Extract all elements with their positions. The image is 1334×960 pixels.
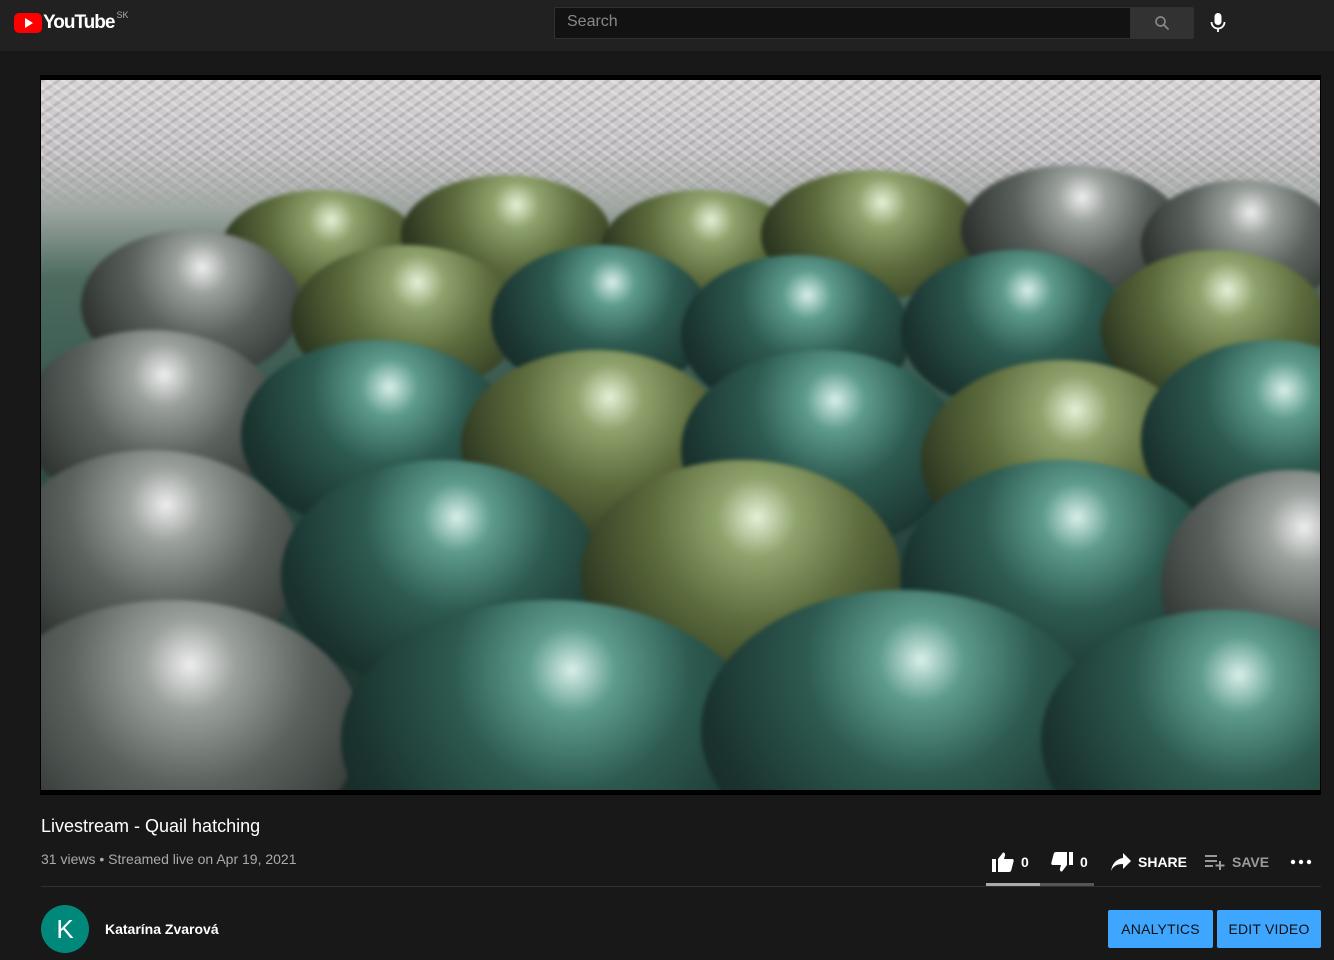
video-meta: 31 views • Streamed live on Apr 19, 2021	[41, 851, 297, 867]
thumb-up-icon	[992, 852, 1014, 872]
share-icon	[1111, 853, 1131, 871]
view-count: 31 views	[41, 851, 96, 867]
like-button[interactable]: 0	[991, 848, 1029, 876]
search-icon	[1155, 16, 1169, 30]
more-icon	[1290, 859, 1312, 865]
youtube-logo-icon	[14, 13, 42, 33]
save-label: SAVE	[1232, 854, 1270, 870]
video-player[interactable]	[40, 75, 1321, 795]
youtube-logo[interactable]: YouTube SK	[14, 10, 129, 33]
playlist-add-icon	[1205, 855, 1225, 870]
more-actions-button[interactable]	[1290, 848, 1312, 876]
masthead: YouTube SK Search	[0, 0, 1334, 51]
dislike-button[interactable]: 0	[1050, 848, 1088, 876]
country-code: SK	[116, 10, 129, 20]
search-placeholder: Search	[567, 13, 618, 30]
edit-video-button[interactable]: EDIT VIDEO	[1217, 910, 1321, 948]
share-button[interactable]: SHARE	[1110, 848, 1187, 876]
analytics-button[interactable]: ANALYTICS	[1108, 910, 1213, 948]
video-title: Livestream - Quail hatching	[41, 816, 261, 836]
dislike-count: 0	[1080, 854, 1088, 870]
logo-wordmark: YouTube	[43, 12, 115, 33]
share-label: SHARE	[1138, 854, 1188, 870]
microphone-icon	[1210, 13, 1226, 32]
thumb-down-icon	[1051, 852, 1073, 872]
meta-separator: •	[99, 851, 105, 867]
channel-avatar[interactable]: K	[41, 905, 89, 953]
voice-search-button[interactable]	[1205, 9, 1231, 37]
search-button[interactable]	[1130, 7, 1194, 39]
like-count: 0	[1021, 854, 1029, 870]
divider	[41, 886, 1321, 887]
stream-date: Streamed live on Apr 19, 2021	[108, 851, 297, 867]
save-button[interactable]: SAVE	[1204, 848, 1269, 876]
channel-name[interactable]: Katarína Zvarová	[105, 921, 219, 937]
search-input[interactable]: Search	[554, 7, 1130, 39]
video-frame	[41, 80, 1320, 790]
